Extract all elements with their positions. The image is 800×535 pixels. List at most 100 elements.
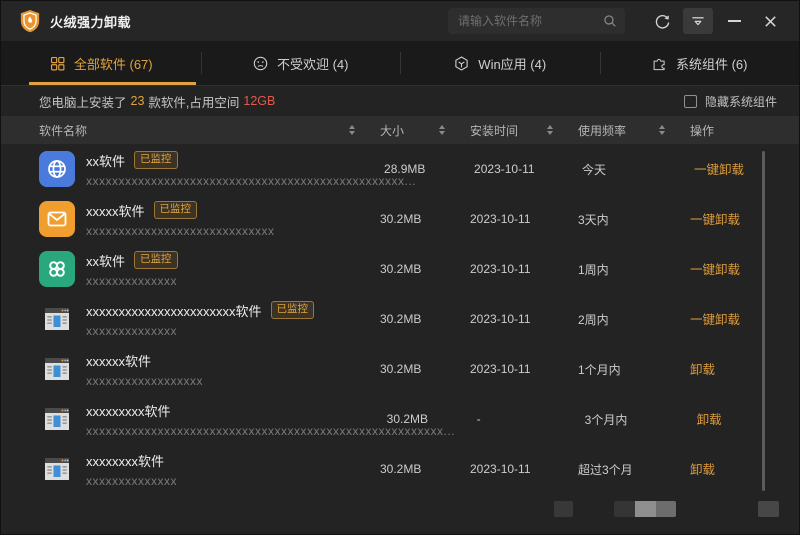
app-subtitle: xxxxxxxxxxxxxxxxxxxxxxxxxxxxx (86, 224, 275, 238)
footer (1, 491, 799, 534)
minimize-button[interactable] (719, 8, 749, 34)
app-name: xxxxx软件 (86, 201, 145, 220)
summary-text: 您电脑上安装了 (39, 92, 127, 111)
install-date: 2023-10-11 (457, 262, 565, 276)
tab-label: 系统组件 (6) (676, 54, 748, 73)
uninstall-link[interactable]: 卸载 (677, 459, 715, 478)
tab-label: Win应用 (4) (478, 54, 546, 73)
app-size: 28.9MB (371, 162, 461, 176)
pagination-blurred-button[interactable] (758, 501, 779, 517)
uninstall-link[interactable]: 卸载 (684, 409, 722, 428)
minimize-icon (728, 20, 741, 22)
usage-frequency: 3个月内 (572, 411, 684, 428)
app-size: 30.2MB (367, 212, 457, 226)
app-name: xxxxxxxx软件 (86, 451, 164, 470)
win-app-hexagon-icon (453, 55, 470, 72)
filter-icon (690, 13, 706, 29)
install-date: 2023-10-11 (457, 212, 565, 226)
table-row: xxxxxxxx软件 xxxxxxxxxxxxxx 30.2MB 2023-10… (1, 444, 799, 494)
filter-button[interactable] (683, 8, 713, 34)
app-name: xxxxxxxxx软件 (86, 401, 171, 420)
install-date: 2023-10-11 (457, 362, 565, 376)
sort-arrows-icon[interactable] (659, 125, 665, 135)
vertical-scrollbar-thumb[interactable] (762, 151, 765, 491)
sort-arrows-icon[interactable] (439, 125, 445, 135)
table-row: xxxxxxxxxxxxxxxxxxxxxxx软件 已监控 xxxxxxxxxx… (1, 294, 799, 344)
column-header-usage-frequency[interactable]: 使用频率 (565, 122, 677, 139)
globe-app-icon (39, 151, 75, 187)
app-subtitle: xxxxxxxxxxxxxxxxxxxxxxxxxxxxxxxxxxxxxxxx… (86, 174, 371, 188)
tab-system-components[interactable]: 系统组件 (6) (600, 41, 800, 85)
column-header-size[interactable]: 大小 (367, 122, 457, 139)
app-subtitle: xxxxxxxxxxxxxxxxxxxxxxxxxxxxxxxxxxxxxxxx… (86, 424, 374, 438)
install-date: 2023-10-11 (457, 462, 565, 476)
install-date: - (464, 412, 572, 426)
monitored-badge: 已监控 (271, 301, 315, 318)
installed-count: 23 (131, 94, 145, 108)
pagination-blurred-button[interactable] (554, 501, 573, 517)
app-subtitle: xxxxxxxxxxxxxx (86, 274, 178, 288)
usage-frequency: 3天内 (565, 211, 677, 228)
hide-system-components-label: 隐藏系统组件 (705, 93, 777, 110)
sort-arrows-icon[interactable] (547, 125, 553, 135)
search-input[interactable] (458, 14, 603, 28)
window-app-icon (39, 301, 75, 337)
window-app-icon (39, 351, 75, 387)
huorong-logo-shield-icon (19, 9, 41, 33)
sort-arrows-icon[interactable] (349, 125, 355, 135)
table-row: xxxxxx软件 xxxxxxxxxxxxxxxxxx 30.2MB 2023-… (1, 344, 799, 394)
search-box[interactable] (448, 8, 625, 34)
tab-bar: 全部软件 (67) 不受欢迎 (4) Win应用 (4) 系统组件 (6) (1, 41, 799, 86)
usage-frequency: 1周内 (565, 261, 677, 278)
window-app-icon (39, 451, 75, 487)
install-date: 2023-10-11 (457, 312, 565, 326)
software-list: xx软件 已监控 xxxxxxxxxxxxxxxxxxxxxxxxxxxxxxx… (1, 144, 799, 494)
column-label: 安装时间 (470, 122, 518, 139)
uninstall-link[interactable]: 卸载 (677, 359, 715, 378)
uninstall-link[interactable]: 一键卸载 (677, 309, 740, 328)
close-icon (763, 14, 778, 29)
usage-frequency: 超过3个月 (565, 461, 677, 478)
app-subtitle: xxxxxxxxxxxxxxxxxx (86, 374, 203, 388)
table-row: xxxxxxxxx软件 xxxxxxxxxxxxxxxxxxxxxxxxxxxx… (1, 394, 799, 444)
occupied-space: 12GB (243, 94, 275, 108)
table-header: 软件名称 大小 安装时间 使用频率 操作 (1, 116, 799, 144)
uninstall-link[interactable]: 一键卸载 (677, 259, 740, 278)
tab-label: 不受欢迎 (4) (277, 54, 349, 73)
summary-bar: 您电脑上安装了 23 款软件,占用空间 12GB 隐藏系统组件 (1, 86, 799, 116)
app-size: 30.2MB (367, 362, 457, 376)
column-header-action: 操作 (677, 122, 765, 139)
window-app-icon (39, 401, 75, 437)
puzzle-icon (651, 55, 668, 72)
uninstall-link[interactable]: 一键卸载 (677, 209, 740, 228)
app-size: 30.2MB (374, 412, 464, 426)
column-header-name[interactable]: 软件名称 (39, 122, 367, 139)
usage-frequency: 1个月内 (565, 361, 677, 378)
column-label: 大小 (380, 122, 404, 139)
tab-unwelcome[interactable]: 不受欢迎 (4) (201, 41, 401, 85)
app-name: xx软件 (86, 251, 125, 270)
refresh-button[interactable] (647, 8, 677, 34)
app-title: 火绒强力卸载 (50, 12, 131, 31)
title-bar: 火绒强力卸载 (1, 1, 799, 41)
checkbox-icon[interactable] (684, 95, 697, 108)
sad-face-icon (252, 55, 269, 72)
tab-label: 全部软件 (67) (74, 54, 153, 73)
hide-system-components-toggle[interactable]: 隐藏系统组件 (684, 93, 777, 110)
mail-app-icon (39, 201, 75, 237)
column-header-install-date[interactable]: 安装时间 (457, 122, 565, 139)
column-label: 软件名称 (39, 122, 87, 139)
pagination-blurred-pages[interactable] (614, 501, 676, 517)
app-size: 30.2MB (367, 312, 457, 326)
grid-icon (49, 55, 66, 72)
close-button[interactable] (755, 8, 785, 34)
tab-win-apps[interactable]: Win应用 (4) (400, 41, 600, 85)
uninstall-link[interactable]: 一键卸载 (681, 159, 744, 178)
app-name: xxxxxx软件 (86, 351, 151, 370)
column-label: 使用频率 (578, 122, 626, 139)
usage-frequency: 2周内 (565, 311, 677, 328)
tab-all-software[interactable]: 全部软件 (67) (1, 41, 201, 85)
app-name: xx软件 (86, 151, 125, 170)
app-size: 30.2MB (367, 262, 457, 276)
column-label: 操作 (690, 122, 714, 139)
